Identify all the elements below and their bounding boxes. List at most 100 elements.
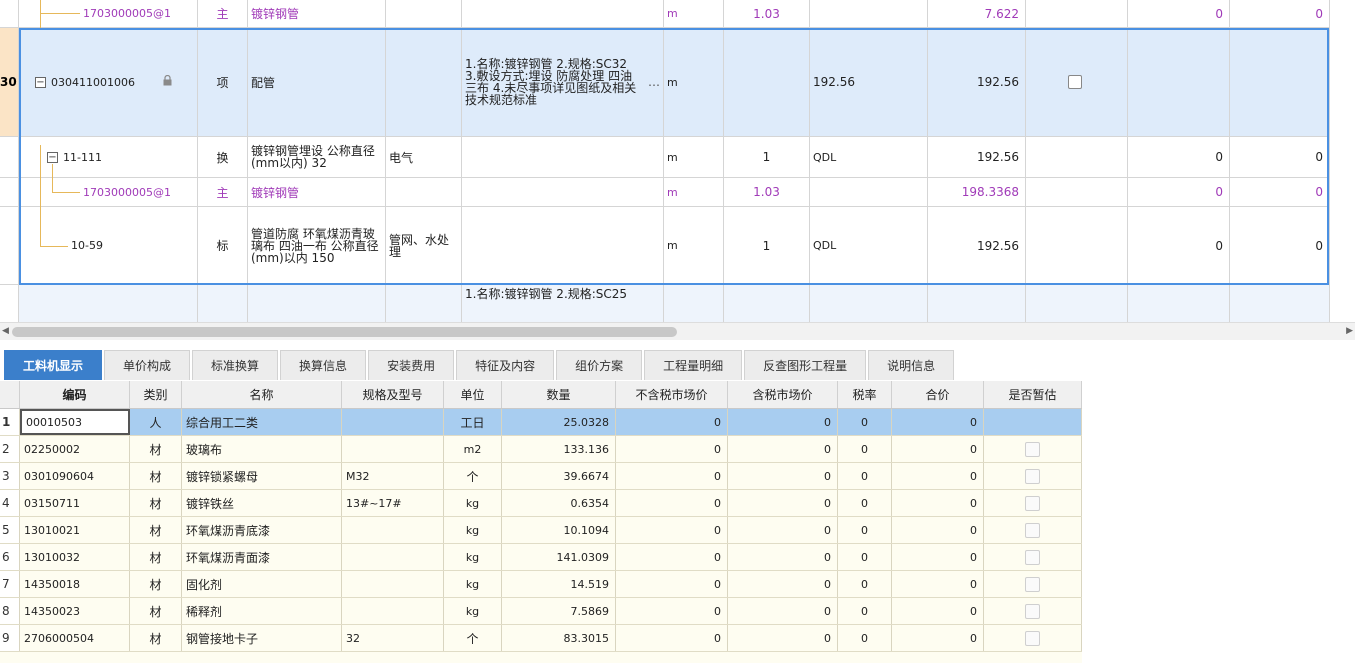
price-excl-cell[interactable]: 0	[616, 436, 728, 462]
scroll-left-icon[interactable]: ◀	[2, 326, 9, 336]
code-cell[interactable]: 03150711	[20, 490, 130, 516]
price-incl-cell[interactable]: 0	[728, 463, 838, 489]
check-cell[interactable]	[1026, 0, 1128, 27]
quantity-cell[interactable]: 10.1094	[502, 517, 616, 543]
horizontal-scrollbar[interactable]: ◀ ▶	[0, 322, 1355, 340]
price-incl-cell[interactable]: 0	[728, 571, 838, 597]
category-cell[interactable]: 材	[130, 436, 182, 462]
tab-reverse-graphic-quantity[interactable]: 反查图形工程量	[744, 350, 867, 380]
tab-conversion-info[interactable]: 换算信息	[280, 350, 367, 380]
table-row[interactable]: 6 13010032 材 环氧煤沥青面漆 kg 141.0309 0 0 0 0	[0, 544, 1082, 571]
category-cell[interactable]: 材	[130, 598, 182, 624]
amount-cell[interactable]: 192.56	[928, 207, 1026, 284]
tab-standard-conversion[interactable]: 标准换算	[192, 350, 279, 380]
price-incl-cell[interactable]: 0	[728, 436, 838, 462]
unit-cell[interactable]: kg	[444, 517, 502, 543]
value-cell[interactable]	[1230, 28, 1330, 136]
tab-pricing-scheme[interactable]: 组价方案	[556, 350, 643, 380]
name-cell[interactable]: 镀锌锁紧螺母	[182, 463, 342, 489]
code-cell[interactable]: 00010503	[20, 409, 130, 435]
expr-cell[interactable]: 192.56	[810, 28, 928, 136]
unit-cell[interactable]: kg	[444, 571, 502, 597]
price-excl-cell[interactable]: 0	[616, 571, 728, 597]
total-cell[interactable]: 0	[892, 625, 984, 651]
spec-cell[interactable]	[342, 436, 444, 462]
qty-cell[interactable]: 1	[724, 137, 810, 177]
provisional-checkbox[interactable]	[1025, 576, 1040, 592]
check-cell[interactable]	[1026, 28, 1128, 136]
category-cell[interactable]: 人	[130, 409, 182, 435]
category-cell[interactable]: 材	[130, 571, 182, 597]
more-icon[interactable]: …	[648, 76, 660, 88]
provisional-checkbox[interactable]	[1025, 495, 1040, 511]
check-cell[interactable]	[1026, 178, 1128, 206]
tab-quantity-detail[interactable]: 工程量明细	[644, 350, 743, 380]
table-row-selected[interactable]: 1 00010503 人 综合用工二类 工日 25.0328 0 0 0 0	[0, 409, 1082, 436]
tab-features-content[interactable]: 特征及内容	[456, 350, 555, 380]
table-row[interactable]: 7 14350018 材 固化剂 kg 14.519 0 0 0 0	[0, 571, 1082, 598]
price-excl-cell[interactable]: 0	[616, 625, 728, 651]
name-cell[interactable]: 稀释剂	[182, 598, 342, 624]
unit-cell[interactable]: 个	[444, 625, 502, 651]
table-row-selected[interactable]: 30 − 030411001006 项 配管 1.名称:镀锌钢管 2.规格:SC…	[0, 28, 1330, 137]
qty-cell[interactable]	[724, 28, 810, 136]
tax-cell[interactable]: 0	[838, 571, 892, 597]
unit-cell[interactable]: m	[664, 207, 724, 284]
table-row[interactable]: 8 14350023 材 稀释剂 kg 7.5869 0 0 0 0	[0, 598, 1082, 625]
tax-cell[interactable]: 0	[838, 436, 892, 462]
category-cell[interactable]: 材	[130, 463, 182, 489]
provisional-cell[interactable]	[984, 409, 1082, 435]
provisional-checkbox[interactable]	[1025, 630, 1040, 646]
unit-cell[interactable]: 工日	[444, 409, 502, 435]
value-cell[interactable]: 0	[1128, 207, 1230, 284]
provisional-checkbox[interactable]	[1025, 603, 1040, 619]
name-cell[interactable]: 镀锌钢管埋设 公称直径(mm以内) 32	[248, 137, 386, 177]
feature-cell[interactable]	[462, 207, 664, 284]
feature-cell[interactable]	[462, 178, 664, 206]
table-row[interactable]: 10-59 标 管道防腐 环氧煤沥青玻璃布 四油一布 公称直径(mm)以内 15…	[0, 207, 1330, 285]
provisional-checkbox[interactable]	[1025, 549, 1040, 565]
spec-cell[interactable]	[342, 409, 444, 435]
table-row[interactable]: 1703000005@1 主 镀锌钢管 m 1.03 7.622 0 0	[0, 0, 1330, 28]
value-cell[interactable]: 0	[1230, 207, 1330, 284]
expr-cell[interactable]	[810, 0, 928, 27]
price-excl-cell[interactable]: 0	[616, 409, 728, 435]
spec-cell[interactable]	[386, 178, 462, 206]
header-unit[interactable]: 单位	[444, 381, 502, 408]
table-row[interactable]: 2 02250002 材 玻璃布 m2 133.136 0 0 0 0	[0, 436, 1082, 463]
provisional-cell[interactable]	[984, 517, 1082, 543]
provisional-cell[interactable]	[984, 625, 1082, 651]
estimate-checkbox[interactable]	[1068, 75, 1082, 89]
value-cell[interactable]: 0	[1128, 137, 1230, 177]
tax-cell[interactable]: 0	[838, 409, 892, 435]
type-cell[interactable]	[198, 285, 248, 322]
name-cell[interactable]: 镀锌钢管	[248, 178, 386, 206]
value-cell[interactable]: 0	[1230, 178, 1330, 206]
tax-cell[interactable]: 0	[838, 598, 892, 624]
spec-cell[interactable]: M32	[342, 463, 444, 489]
name-cell[interactable]: 镀锌钢管	[248, 0, 386, 27]
tax-cell[interactable]: 0	[838, 544, 892, 570]
qty-cell[interactable]: 1.03	[724, 178, 810, 206]
price-incl-cell[interactable]: 0	[728, 490, 838, 516]
value-cell[interactable]: 0	[1128, 0, 1230, 27]
code-cell[interactable]: − 030411001006	[19, 28, 198, 136]
spec-cell[interactable]	[386, 0, 462, 27]
spec-cell[interactable]: 32	[342, 625, 444, 651]
quantity-cell[interactable]: 14.519	[502, 571, 616, 597]
category-cell[interactable]: 材	[130, 625, 182, 651]
price-incl-cell[interactable]: 0	[728, 409, 838, 435]
expr-cell[interactable]	[810, 285, 928, 322]
tab-unit-price-composition[interactable]: 单价构成	[104, 350, 191, 380]
collapse-icon[interactable]: −	[47, 151, 58, 163]
amount-cell[interactable]: 192.56	[928, 28, 1026, 136]
amount-cell[interactable]: 7.622	[928, 0, 1026, 27]
quantity-cell[interactable]: 133.136	[502, 436, 616, 462]
spec-cell[interactable]	[386, 28, 462, 136]
table-row[interactable]: 5 13010021 材 环氧煤沥青底漆 kg 10.1094 0 0 0 0	[0, 517, 1082, 544]
expr-cell[interactable]: QDL	[810, 137, 928, 177]
header-total[interactable]: 合价	[892, 381, 984, 408]
spec-cell[interactable]: 管网、水处理	[386, 207, 462, 284]
collapse-icon[interactable]: −	[35, 76, 46, 88]
header-provisional[interactable]: 是否暂估	[984, 381, 1082, 408]
